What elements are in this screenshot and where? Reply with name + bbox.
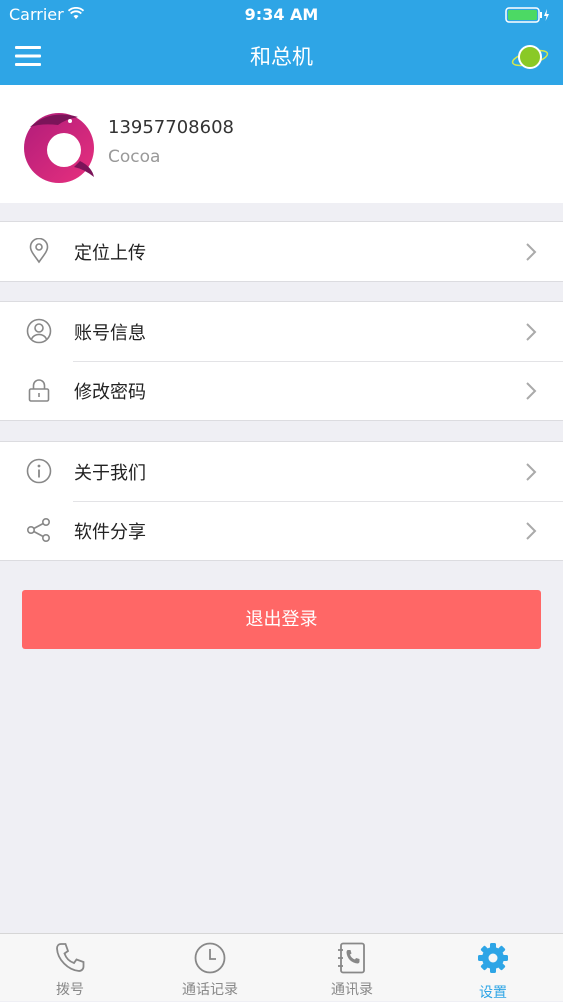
share-app-row[interactable]: 软件分享 bbox=[0, 501, 563, 560]
user-icon bbox=[26, 318, 52, 344]
tab-contacts-label: 通讯录 bbox=[331, 982, 373, 998]
lock-icon bbox=[28, 379, 50, 402]
about-us-label: 关于我们 bbox=[74, 463, 146, 484]
chevron-right-icon bbox=[526, 243, 537, 261]
battery-icon bbox=[505, 7, 549, 23]
about-us-row[interactable]: 关于我们 bbox=[0, 442, 563, 501]
location-pin-icon bbox=[29, 238, 49, 264]
chevron-right-icon bbox=[526, 463, 537, 481]
settings-group-about: 关于我们 软件分享 bbox=[0, 441, 563, 561]
gear-icon bbox=[478, 943, 508, 973]
tab-call-log[interactable]: 通话记录 bbox=[140, 934, 280, 1001]
profile-phone: 13957708608 bbox=[108, 117, 234, 138]
status-time: 9:34 AM bbox=[244, 5, 319, 24]
change-password-row[interactable]: 修改密码 bbox=[0, 361, 563, 420]
share-icon bbox=[26, 517, 50, 542]
settings-group-location: 定位上传 bbox=[0, 221, 563, 282]
nav-bar: 和总机 bbox=[0, 30, 563, 85]
contacts-book-icon bbox=[338, 942, 365, 974]
location-upload-row[interactable]: 定位上传 bbox=[0, 222, 563, 281]
tab-settings[interactable]: 设置 bbox=[423, 934, 563, 1001]
profile-nickname: Cocoa bbox=[108, 147, 161, 167]
planet-icon[interactable] bbox=[511, 40, 549, 74]
phone-icon bbox=[56, 943, 85, 972]
logout-button[interactable]: 退出登录 bbox=[22, 590, 541, 649]
tab-settings-label: 设置 bbox=[479, 985, 507, 1001]
tab-dial-label: 拨号 bbox=[56, 982, 84, 998]
account-info-label: 账号信息 bbox=[74, 323, 146, 344]
location-upload-label: 定位上传 bbox=[74, 243, 146, 264]
change-password-label: 修改密码 bbox=[74, 382, 146, 403]
tab-dial[interactable]: 拨号 bbox=[0, 934, 140, 1001]
page-title: 和总机 bbox=[250, 45, 313, 69]
profile-card[interactable]: 13957708608 Cocoa bbox=[0, 85, 563, 203]
chevron-right-icon bbox=[526, 522, 537, 540]
chevron-right-icon bbox=[526, 323, 537, 341]
chevron-right-icon bbox=[526, 382, 537, 400]
account-info-row[interactable]: 账号信息 bbox=[0, 302, 563, 361]
info-icon bbox=[26, 458, 52, 484]
share-app-label: 软件分享 bbox=[74, 522, 146, 543]
tab-contacts[interactable]: 通讯录 bbox=[282, 934, 422, 1001]
status-bar: Carrier 9:34 AM bbox=[0, 0, 563, 30]
avatar bbox=[24, 113, 94, 183]
settings-group-account: 账号信息 修改密码 bbox=[0, 301, 563, 421]
tab-bar: 拨号 通话记录 通讯录 设置 bbox=[0, 933, 563, 1001]
clock-icon bbox=[194, 942, 226, 974]
tab-call-log-label: 通话记录 bbox=[182, 982, 238, 998]
app-header: Carrier 9:34 AM 和总机 bbox=[0, 0, 563, 85]
